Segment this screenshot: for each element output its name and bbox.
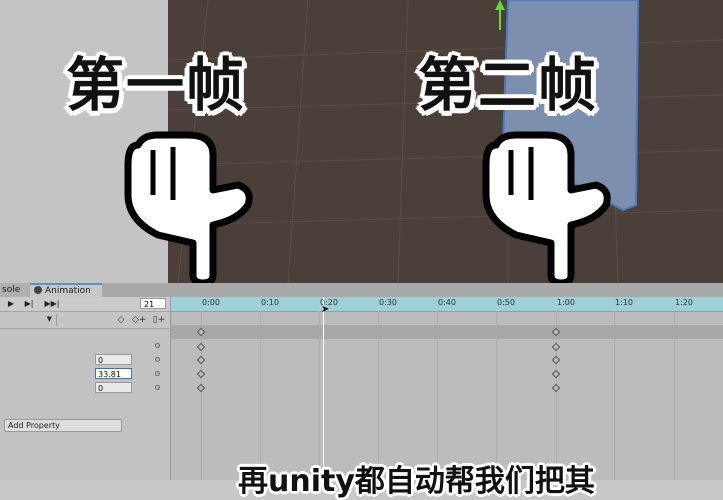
add-event-button[interactable]: ▯+ <box>152 314 166 326</box>
curve-dot-icon[interactable] <box>155 385 160 390</box>
playhead[interactable] <box>323 297 324 480</box>
tick-label: 0:50 <box>497 298 515 307</box>
summary-row <box>171 325 723 339</box>
clip-toolbar: ▼ ◇ ◇+ ▯+ <box>0 312 170 329</box>
curve-dot-icon[interactable] <box>155 357 160 362</box>
mouse-cursor-icon: ➤ <box>321 304 330 315</box>
property-value-field[interactable]: 33.81 <box>95 368 132 379</box>
tick-label: 1:00 <box>557 298 575 307</box>
subtitle-caption: 再unity都自动帮我们把其 <box>238 464 595 499</box>
add-keyframe-button[interactable]: ◇ <box>114 314 128 326</box>
time-ruler[interactable]: 0:00 0:10 0:20 0:30 0:40 0:50 1:00 1:10 … <box>171 297 723 312</box>
tick-label: 0:30 <box>379 298 397 307</box>
property-panel: ▶ ▶| ▶▶| 21 ▼ ◇ ◇+ ▯+ 0 33.81 0 Add Prop… <box>0 297 171 480</box>
add-key-button[interactable]: ◇+ <box>132 314 146 326</box>
animation-window: sole Animation ▶ ▶| ▶▶| 21 ▼ ◇ ◇+ ▯+ 0 3… <box>0 283 723 480</box>
property-value-field[interactable]: 0 <box>95 382 132 393</box>
frame-number-field[interactable]: 21 <box>140 298 166 309</box>
clip-dropdown[interactable]: ▼ <box>0 314 57 326</box>
playback-controls: ▶ ▶| ▶▶| 21 <box>0 297 170 312</box>
last-frame-button[interactable]: ▶▶| <box>44 298 60 310</box>
add-property-button[interactable]: Add Property <box>4 419 122 432</box>
curve-dot-icon[interactable] <box>155 343 160 348</box>
property-value-field[interactable]: 0 <box>95 354 132 365</box>
property-row: 33.81 <box>0 368 170 381</box>
scene-view: 第一帧 第二帧 <box>0 0 723 283</box>
pointing-hand-icon <box>482 131 611 283</box>
play-button[interactable]: ▶ <box>4 298 18 310</box>
property-row: 0 <box>0 382 170 395</box>
animation-icon <box>34 286 42 294</box>
tab-animation[interactable]: Animation <box>30 283 102 297</box>
tick-label: 0:40 <box>438 298 456 307</box>
tick-label: 0:10 <box>261 298 279 307</box>
timeline[interactable]: 0:00 0:10 0:20 0:30 0:40 0:50 1:00 1:10 … <box>171 297 723 480</box>
caption-second-frame: 第二帧 <box>418 51 599 119</box>
tick-label: 1:10 <box>615 298 633 307</box>
tab-console[interactable]: sole <box>0 283 30 297</box>
tab-animation-label: Animation <box>45 286 91 296</box>
caption-first-frame: 第一帧 <box>66 51 247 119</box>
pointing-hand-icon <box>124 131 253 283</box>
curve-dot-icon[interactable] <box>155 371 160 376</box>
chevron-down-icon: ▼ <box>46 315 52 323</box>
tick-label: 1:20 <box>675 298 693 307</box>
tab-bar: sole Animation <box>0 283 723 297</box>
property-row: 0 <box>0 354 170 367</box>
tick-label: 0:00 <box>202 298 220 307</box>
next-frame-button[interactable]: ▶| <box>22 298 36 310</box>
